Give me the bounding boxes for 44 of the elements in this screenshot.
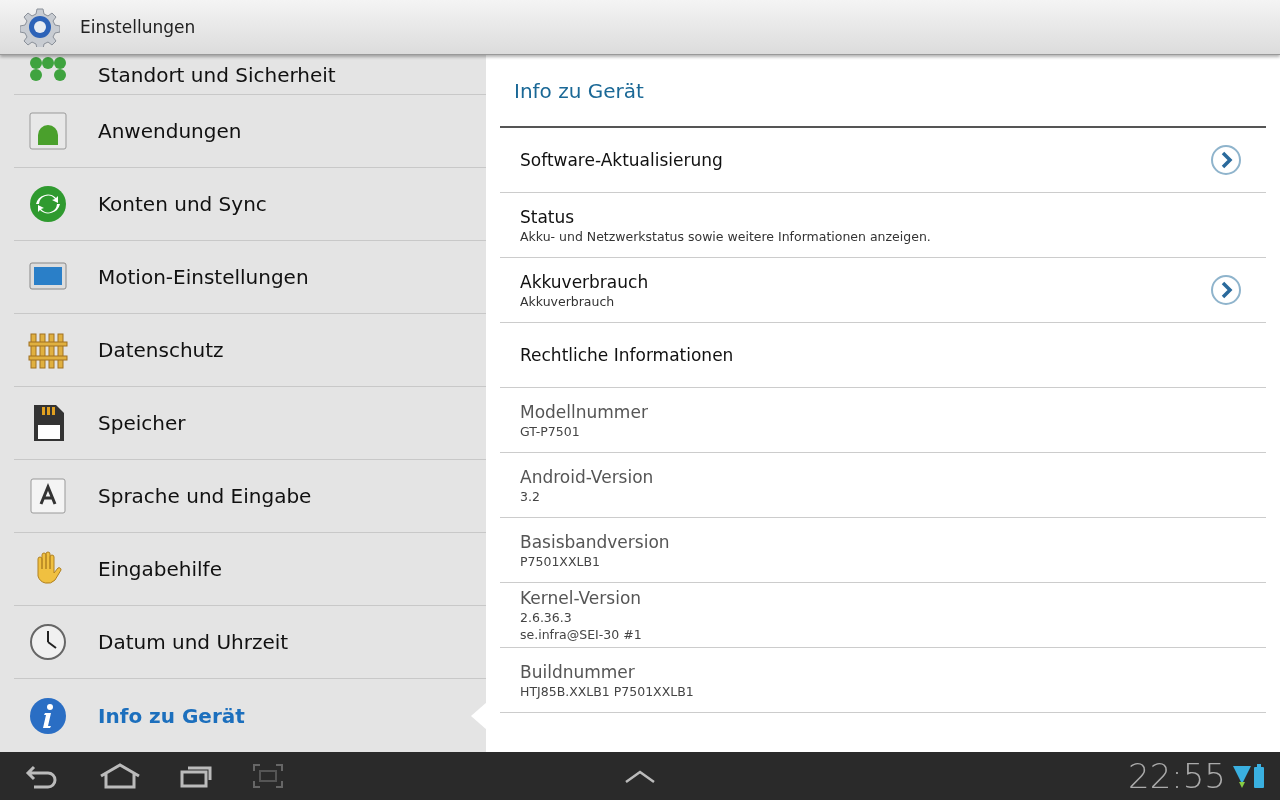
keyboard-key-icon xyxy=(28,476,68,516)
sidebar-item[interactable]: Datum und Uhrzeit xyxy=(14,606,486,679)
row-title: Basisbandversion xyxy=(520,531,670,552)
row-title: Status xyxy=(520,206,576,227)
row-summary: se.infra@SEI-30 #1 xyxy=(520,627,642,642)
sidebar-item[interactable]: Datenschutz xyxy=(14,314,486,387)
row-title: Akkuverbrauch xyxy=(520,271,649,292)
settings-row[interactable]: Akkuverbrauch Akkuverbrauch xyxy=(500,258,1266,323)
row-title: Modellnummer xyxy=(520,401,648,422)
settings-row[interactable]: Rechtliche Informationen xyxy=(500,323,1266,388)
sidebar-item[interactable]: Motion-Einstellungen xyxy=(14,241,486,314)
row-summary: 2.6.36.3 xyxy=(520,610,573,625)
screenshot-icon[interactable] xyxy=(252,763,284,789)
settings-row[interactable]: Status Akku- und Netzwerkstatus sowie weitere Informationen anzeigen. xyxy=(500,193,1266,258)
clock-time: 22:55 xyxy=(1128,756,1226,796)
info-icon xyxy=(28,695,68,736)
row-summary: HTJ85B.XXLB1 P7501XXLB1 xyxy=(520,683,694,699)
sidebar-item[interactable]: Eingabehilfe xyxy=(14,533,486,606)
fence-icon xyxy=(28,330,68,370)
sidebar-item[interactable]: Sprache und Eingabe xyxy=(14,460,486,533)
battery-icon xyxy=(1254,764,1264,788)
sidebar-item[interactable]: Standort und Sicherheit xyxy=(14,55,486,95)
wifi-icon xyxy=(1233,764,1251,788)
sidebar-item[interactable]: Konten und Sync xyxy=(14,168,486,241)
settings-icon xyxy=(20,7,60,47)
clock-icon xyxy=(28,622,68,662)
app-title: Einstellungen xyxy=(80,17,196,37)
sidebar-item[interactable]: Speicher xyxy=(14,387,486,460)
caret-up-icon[interactable] xyxy=(624,770,656,784)
row-summary: 3.2 xyxy=(520,488,541,504)
home-icon[interactable] xyxy=(98,763,142,789)
sidebar-item[interactable]: Anwendungen xyxy=(14,95,486,168)
row-title: Software-Aktualisierung xyxy=(520,150,723,170)
row-summary: P7501XXLB1 xyxy=(520,553,601,569)
row-title: Buildnummer xyxy=(520,661,636,682)
row-title: Kernel-Version xyxy=(520,588,642,608)
section-title: Info zu Gerät xyxy=(500,55,1266,128)
row-summary: Akkuverbrauch xyxy=(520,293,616,309)
settings-row[interactable]: Software-Aktualisierung xyxy=(500,128,1266,193)
row-summary: Akku- und Netzwerkstatus sowie weitere Informationen anzeigen. xyxy=(520,228,931,244)
row-title: Rechtliche Informationen xyxy=(520,345,734,365)
sync-icon xyxy=(28,184,68,224)
row-title: Android-Version xyxy=(520,466,654,487)
row-summary: GT-P7501 xyxy=(520,423,581,439)
